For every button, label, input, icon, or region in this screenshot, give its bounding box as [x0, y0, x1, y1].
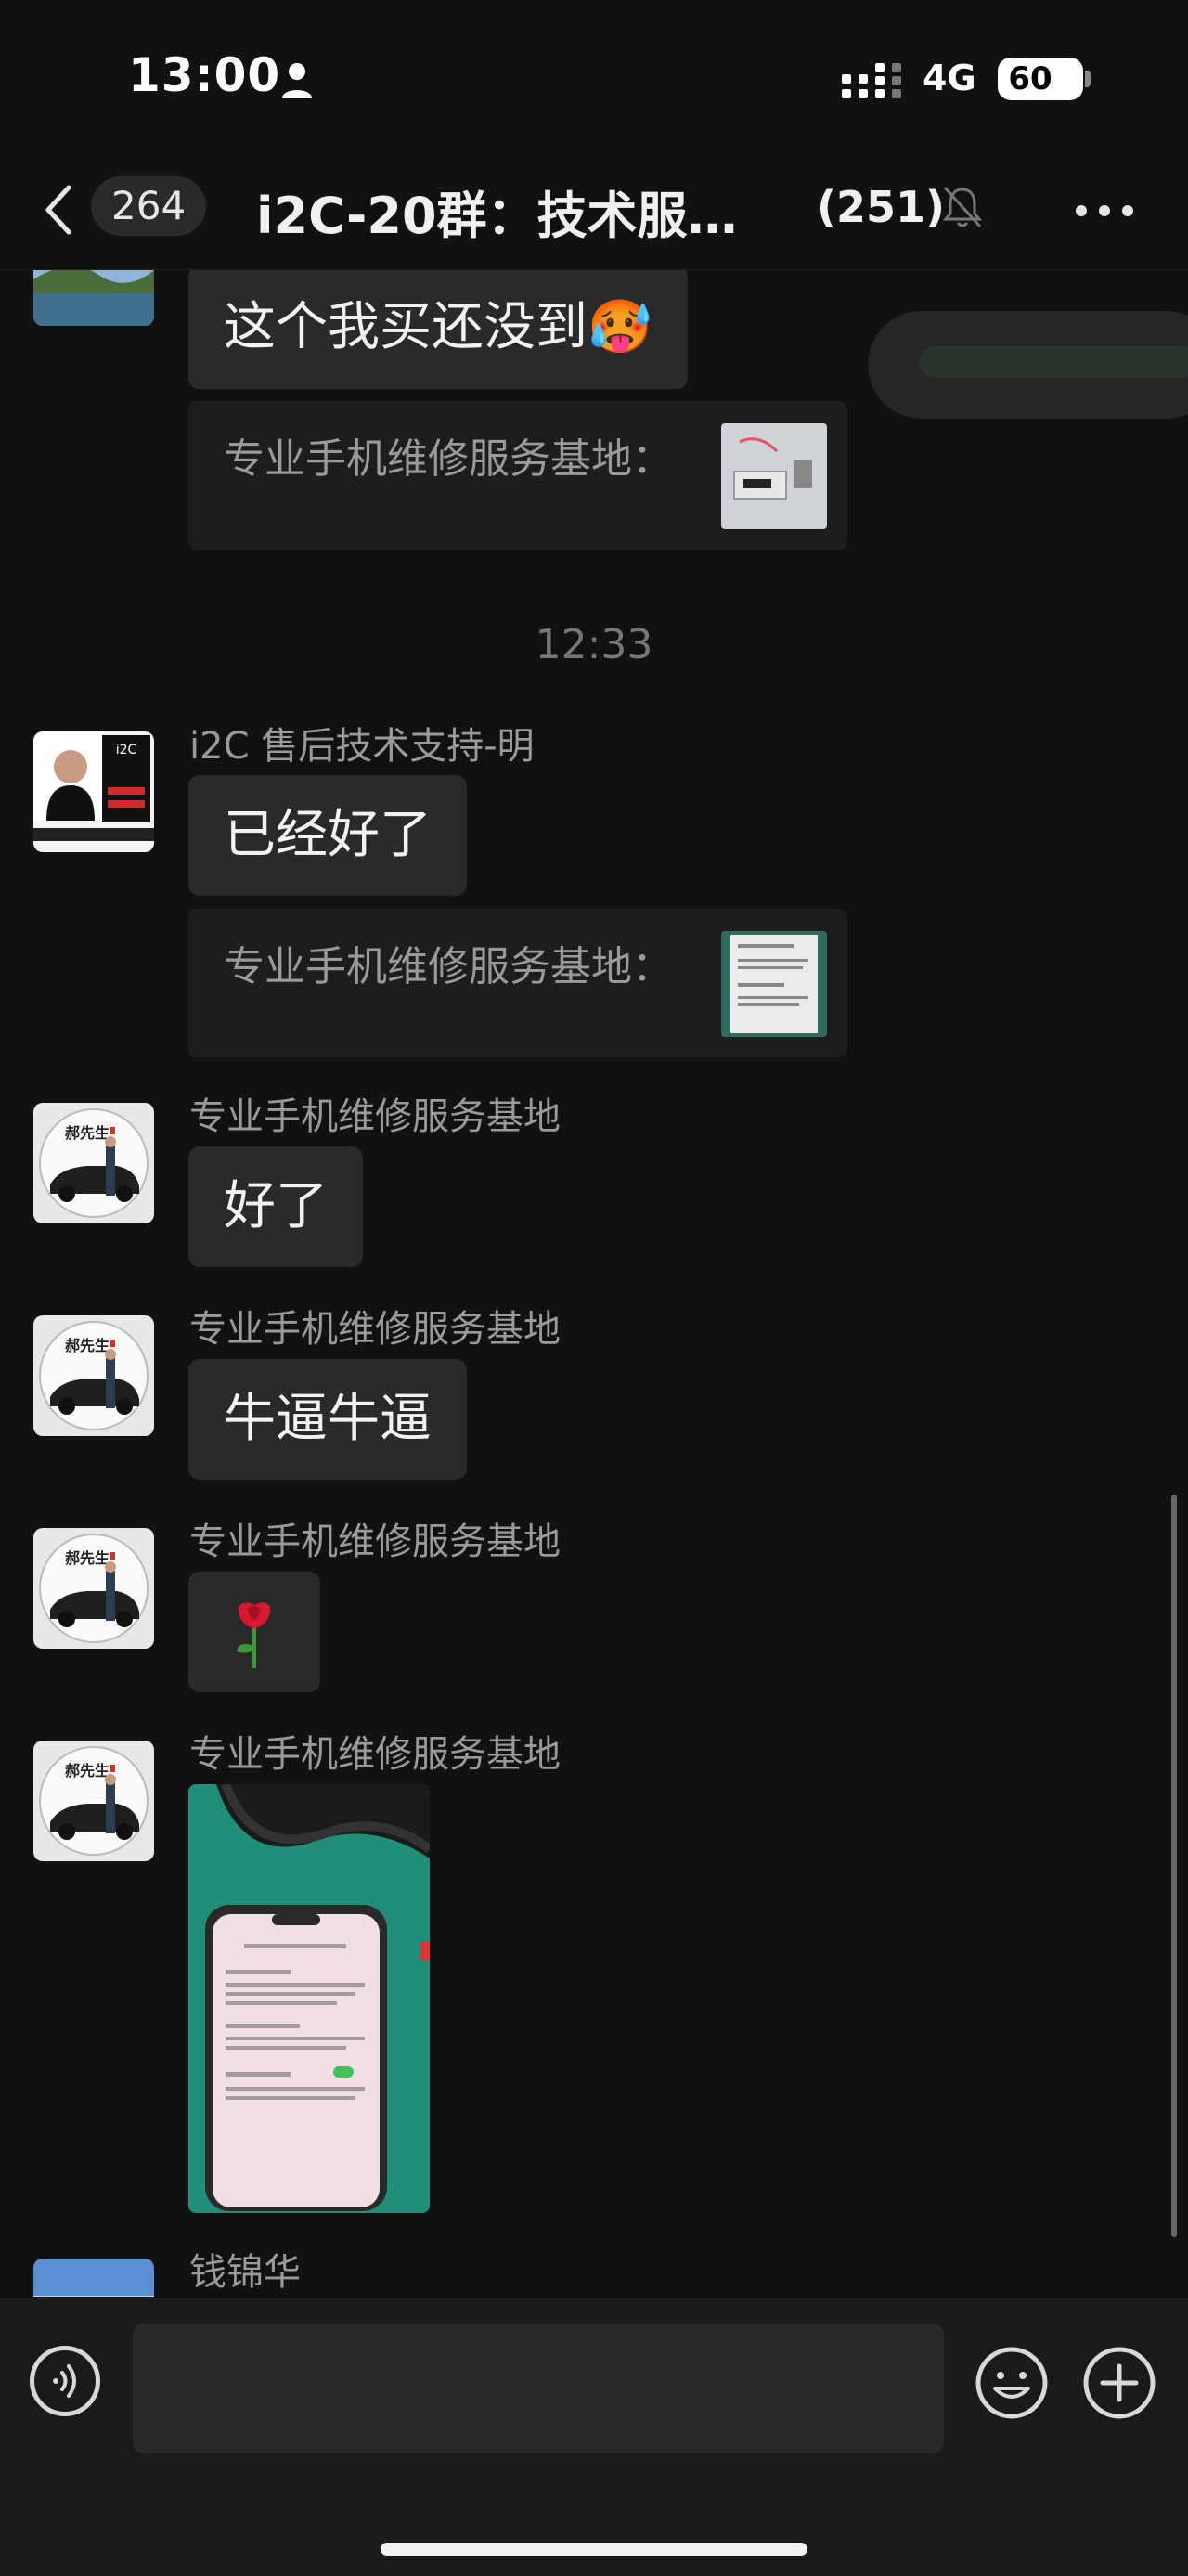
chat-messages[interactable]: 这个我买还没到🥵 专业手机维修服务基地： 12:33 i2C i2C 售后技术支…: [0, 270, 1188, 2297]
quote-text: 专业手机维修服务基地：: [224, 943, 673, 990]
avatar-name-text: 郝先生: [65, 1549, 110, 1567]
status-bar: 13:00 4G 60: [0, 0, 1188, 149]
sender-name: 专业手机维修服务基地: [189, 1095, 561, 1138]
message-bubble[interactable]: 这个我买还没到🥵: [188, 270, 688, 389]
avatar[interactable]: [33, 2259, 154, 2297]
more-options-icon[interactable]: [1075, 204, 1134, 217]
avatar[interactable]: 郝先生: [33, 1315, 154, 1436]
message-bubble[interactable]: 牛逼牛逼: [188, 1359, 467, 1480]
input-bar: [0, 2298, 1188, 2576]
avatar[interactable]: i2C: [33, 731, 154, 852]
quoted-message[interactable]: 专业手机维修服务基地：: [188, 909, 847, 1057]
battery-cap: [1085, 71, 1091, 87]
avatar[interactable]: [33, 270, 154, 326]
voice-input-button[interactable]: [30, 2346, 100, 2416]
home-indicator: [381, 2543, 807, 2556]
quoted-message[interactable]: 专业手机维修服务基地：: [188, 401, 847, 550]
avatar[interactable]: 郝先生: [33, 1741, 154, 1861]
message-input[interactable]: [133, 2324, 944, 2453]
network-type: 4G: [923, 58, 976, 98]
message-bubble[interactable]: 🌹: [188, 1572, 320, 1692]
avatar-name-text: 郝先生: [65, 1762, 110, 1780]
photo-message[interactable]: [188, 1784, 430, 2213]
sender-name: i2C 售后技术支持-明: [189, 725, 535, 768]
unread-count-badge[interactable]: 264: [91, 176, 207, 236]
chat-title: i2C-20群：技术服…: [256, 187, 738, 245]
message-bubble[interactable]: 好了: [188, 1146, 363, 1267]
quote-text: 专业手机维修服务基地：: [224, 435, 673, 483]
plus-icon[interactable]: [1082, 2346, 1156, 2420]
member-count: (251): [817, 182, 946, 232]
sender-name: 专业手机维修服务基地: [189, 1308, 561, 1351]
blurred-message-bubble[interactable]: [868, 311, 1188, 419]
chat-header: 264 i2C-20群：技术服… (251): [0, 149, 1188, 270]
avatar-logo-text: i2C: [116, 743, 137, 757]
back-chevron-icon[interactable]: [41, 184, 74, 236]
quote-thumbnail[interactable]: [721, 423, 827, 529]
battery-level: 60: [1008, 60, 1052, 97]
sender-name: 钱锦华: [189, 2251, 301, 2294]
quote-thumbnail[interactable]: [721, 931, 827, 1037]
status-time: 13:00: [128, 48, 281, 102]
sender-name: 专业手机维修服务基地: [189, 1521, 561, 1563]
mute-bell-icon: [942, 186, 983, 228]
message-bubble[interactable]: 已经好了: [188, 775, 467, 896]
person-icon: [282, 63, 312, 98]
emoji-icon[interactable]: [975, 2346, 1049, 2420]
avatar[interactable]: 郝先生: [33, 1103, 154, 1223]
battery-icon: 60: [998, 58, 1083, 100]
time-divider: 12:33: [535, 621, 653, 668]
voice-icon: [53, 2364, 76, 2398]
avatar[interactable]: 郝先生: [33, 1528, 154, 1649]
avatar-name-text: 郝先生: [65, 1337, 110, 1354]
avatar-name-text: 郝先生: [65, 1124, 110, 1142]
scrollbar[interactable]: [1171, 1495, 1177, 2237]
rose-icon: [237, 1602, 271, 1668]
sender-name: 专业手机维修服务基地: [189, 1733, 561, 1776]
signal-icon: [842, 63, 901, 98]
